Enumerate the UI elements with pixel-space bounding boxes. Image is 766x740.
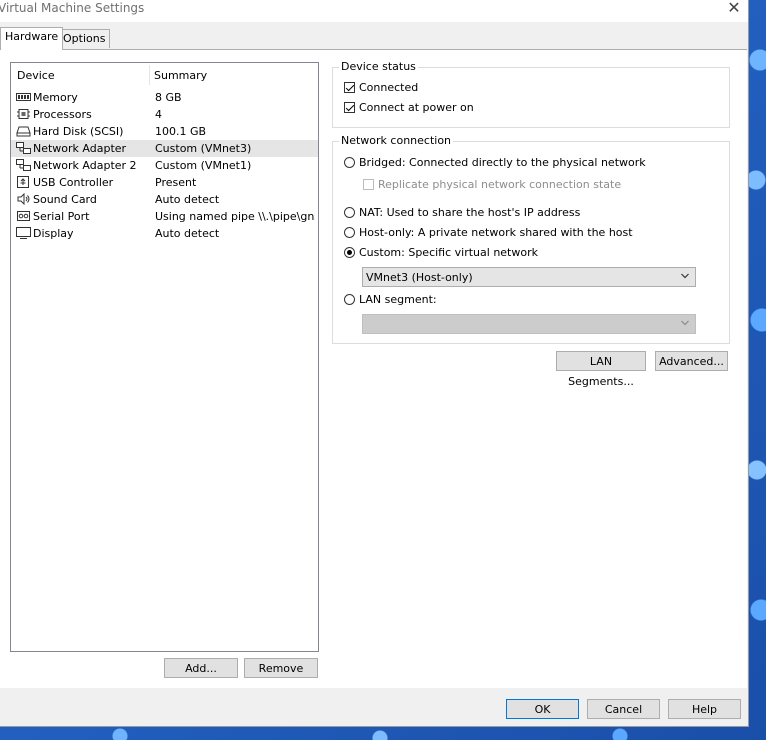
chevron-down-icon [681, 320, 689, 326]
hardware-panel: Device Summary Memory 8 GB Processors 4 … [0, 49, 747, 688]
custom-label[interactable]: Custom: Specific virtual network [359, 246, 538, 259]
column-summary[interactable]: Summary [154, 69, 207, 82]
device-row-network-adapter-2[interactable]: Network Adapter 2 Custom (VMnet1) [11, 157, 318, 174]
usb-icon [17, 176, 29, 188]
dialog-footer: OK Cancel Help [0, 688, 747, 726]
close-icon[interactable]: ✕ [724, 0, 744, 19]
replicate-state-checkbox[interactable] [363, 179, 374, 190]
bridged-radio[interactable] [344, 157, 355, 168]
lan-segment-label[interactable]: LAN segment: [359, 293, 437, 306]
tab-options[interactable]: Options [58, 29, 111, 48]
advanced-button[interactable]: Advanced... [655, 351, 728, 371]
network-adapter-icon [16, 142, 31, 154]
add-device-button[interactable]: Add... [164, 658, 238, 678]
hard-disk-icon [16, 126, 31, 137]
device-status-title: Device status [339, 60, 418, 73]
device-name: Processors [33, 108, 92, 121]
column-device[interactable]: Device [17, 69, 55, 82]
custom-radio[interactable] [344, 247, 355, 258]
device-row-serial-port[interactable]: Serial Port Using named pipe \\.\pipe\gn… [11, 208, 318, 225]
network-adapter-icon [16, 159, 31, 171]
device-summary: 100.1 GB [155, 125, 207, 138]
device-name: Serial Port [33, 210, 90, 223]
device-name: Network Adapter [33, 142, 127, 155]
device-row-sound-card[interactable]: Sound Card Auto detect [11, 191, 318, 208]
device-summary: Using named pipe \\.\pipe\gns... [155, 210, 315, 223]
connected-label[interactable]: Connected [359, 81, 418, 94]
network-connection-title: Network connection [339, 134, 454, 147]
lan-segment-select[interactable] [362, 314, 696, 334]
host-only-radio[interactable] [344, 227, 355, 238]
tab-hardware[interactable]: Hardware [0, 27, 64, 50]
column-separator [149, 65, 150, 85]
device-summary: 4 [155, 108, 162, 121]
custom-network-value: VMnet3 (Host-only) [366, 271, 473, 284]
vm-settings-window: Virtual Machine Settings ✕ Hardware Opti… [0, 0, 749, 727]
lan-segment-radio[interactable] [344, 294, 355, 305]
memory-icon [16, 93, 31, 101]
device-list-header: Device Summary [11, 63, 318, 87]
device-row-display[interactable]: Display Auto detect [11, 225, 318, 242]
connected-checkbox[interactable] [344, 82, 355, 93]
cancel-button[interactable]: Cancel [587, 699, 660, 719]
bridged-label[interactable]: Bridged: Connected directly to the physi… [359, 156, 646, 169]
connect-at-power-on-checkbox[interactable] [344, 102, 355, 113]
device-summary: Auto detect [155, 227, 220, 240]
help-button[interactable]: Help [668, 699, 741, 719]
chevron-down-icon [681, 273, 689, 279]
speaker-icon [17, 193, 30, 205]
device-summary: Custom (VMnet1) [155, 159, 252, 172]
device-name: Sound Card [33, 193, 97, 206]
device-status-group: Device status Connected Connect at power… [332, 60, 730, 128]
processor-icon [17, 109, 30, 119]
device-summary: Custom (VMnet3) [155, 142, 252, 155]
device-row-hard-disk[interactable]: Hard Disk (SCSI) 100.1 GB [11, 123, 318, 140]
lan-segments-button[interactable]: LAN Segments... [556, 351, 646, 388]
device-name: USB Controller [33, 176, 114, 189]
window-title: Virtual Machine Settings [0, 1, 145, 15]
device-summary: Auto detect [155, 193, 220, 206]
nat-radio[interactable] [344, 207, 355, 218]
device-name: Hard Disk (SCSI) [33, 125, 124, 138]
device-name: Display [33, 227, 74, 240]
ok-button[interactable]: OK [506, 699, 579, 719]
nat-label[interactable]: NAT: Used to share the host's IP address [359, 206, 580, 219]
device-row-usb-controller[interactable]: USB Controller Present [11, 174, 318, 191]
monitor-icon [16, 227, 31, 239]
custom-network-select[interactable]: VMnet3 (Host-only) [362, 267, 696, 287]
title-bar[interactable]: Virtual Machine Settings ✕ [0, 0, 748, 22]
device-summary: 8 GB [155, 91, 182, 104]
host-only-label[interactable]: Host-only: A private network shared with… [359, 226, 633, 239]
device-row-processors[interactable]: Processors 4 [11, 106, 318, 123]
device-row-network-adapter[interactable]: Network Adapter Custom (VMnet3) [11, 140, 318, 157]
device-row-memory[interactable]: Memory 8 GB [11, 89, 318, 106]
network-connection-group: Network connection Bridged: Connected di… [332, 134, 730, 344]
device-name: Network Adapter 2 [33, 159, 137, 172]
connect-at-power-on-label[interactable]: Connect at power on [359, 101, 474, 114]
serial-port-icon [17, 211, 30, 221]
replicate-state-label[interactable]: Replicate physical network connection st… [378, 178, 621, 191]
device-name: Memory [33, 91, 78, 104]
device-summary: Present [155, 176, 197, 189]
device-list[interactable]: Device Summary Memory 8 GB Processors 4 … [10, 62, 319, 652]
remove-device-button[interactable]: Remove [244, 658, 318, 678]
